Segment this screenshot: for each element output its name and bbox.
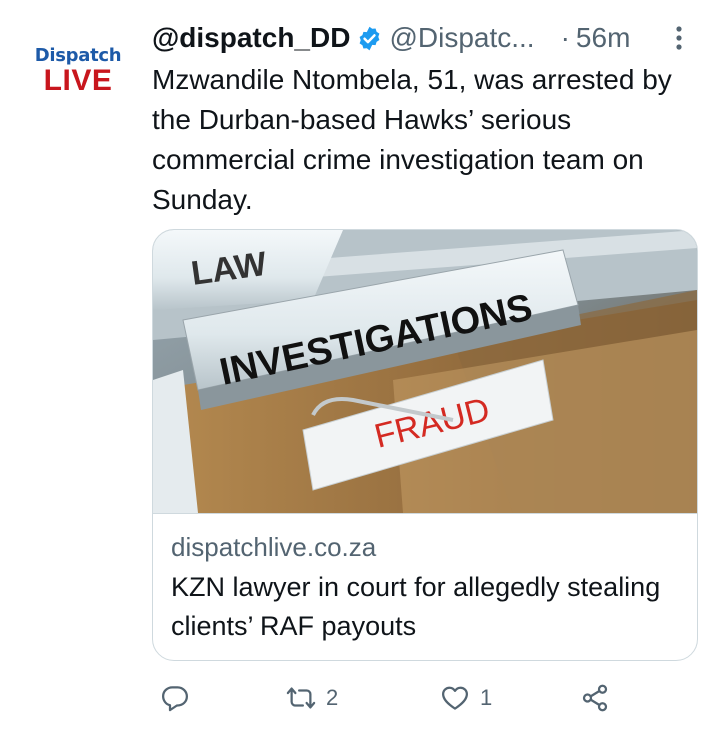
heart-icon: [442, 686, 468, 710]
tweet-header: @dispatch_DD @Dispatc... · 56m: [152, 18, 712, 58]
action-bar: 2 1: [152, 676, 712, 720]
separator-dot: ·: [560, 22, 570, 53]
retweet-count: 2: [326, 685, 339, 710]
avatar-brand-dispatch: Dispatch: [34, 45, 122, 66]
share-button[interactable]: [580, 676, 610, 720]
share-icon: [582, 684, 608, 712]
retweet-button[interactable]: 2: [286, 676, 338, 720]
display-name[interactable]: @dispatch_DD: [152, 22, 350, 54]
more-options-icon[interactable]: [674, 24, 684, 52]
avatar-brand-live: LIVE: [43, 64, 113, 97]
like-count: 1: [480, 685, 493, 710]
card-image: LAW INVESTIGATIONS FRAUD: [153, 230, 697, 513]
like-button[interactable]: 1: [440, 676, 492, 720]
link-card[interactable]: LAW INVESTIGATIONS FRAUD dispatchlive.co…: [152, 229, 698, 661]
reply-icon: [162, 686, 188, 712]
handle[interactable]: @Dispatc...: [389, 22, 534, 54]
tweet-text: Mzwandile Ntombela, 51, was arrested by …: [152, 64, 672, 215]
avatar[interactable]: Dispatch LIVE: [28, 46, 128, 110]
reply-button[interactable]: [160, 676, 190, 720]
retweet-icon: [286, 687, 316, 709]
timestamp[interactable]: 56m: [576, 22, 630, 54]
card-meta: dispatchlive.co.za KZN lawyer in court f…: [153, 513, 697, 660]
card-title: KZN lawyer in court for allegedly steali…: [171, 572, 661, 641]
verified-badge-icon: [360, 26, 380, 50]
card-domain: dispatchlive.co.za: [171, 532, 377, 562]
